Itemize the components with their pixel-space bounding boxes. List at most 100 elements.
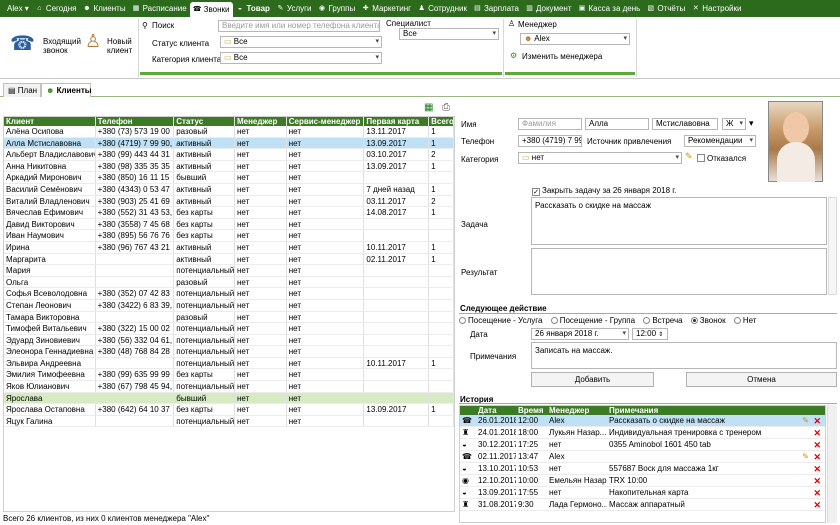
delete-icon[interactable]: ✕ xyxy=(811,475,821,487)
patronymic-input[interactable]: Мстиславовна xyxy=(652,118,718,130)
table-row[interactable]: Анна Никитовна +380 (98) 335 35 35 активны… xyxy=(4,160,454,173)
table-row[interactable]: Тамара Викторовна разовый нет нет xyxy=(4,311,454,324)
search-input[interactable]: Введите имя или номер телефона клиента xyxy=(218,20,380,32)
menu-schedule[interactable]: ▦ Расписание xyxy=(129,0,190,17)
add-button[interactable]: Добавить xyxy=(531,372,654,387)
tab-clients[interactable]: ☻ Клиенты xyxy=(41,83,92,97)
table-row[interactable]: Степан Леонович +380 (3422) 6 83 39, потен… xyxy=(4,299,454,312)
notes-textarea[interactable]: Записать на массаж. xyxy=(531,342,837,369)
history-row[interactable]: ◒ 13.09.2017 17:55 нет Накопительная карта ✕ xyxy=(460,487,825,499)
task-textarea[interactable]: Рассказать о скидке на массаж xyxy=(531,197,827,245)
table-row[interactable]: Виталий Владленович +380 (903) 25 41 69 ак… xyxy=(4,195,454,208)
history-row[interactable]: ☎ 02.11.2017 13:47 Alex ✎ ✕ xyxy=(460,451,825,463)
delete-icon[interactable]: ✕ xyxy=(811,451,821,463)
client-photo[interactable] xyxy=(768,101,823,182)
history-row[interactable]: ◉ 12.10.2017 10:00 Емельян Назар... TRX 10:0… xyxy=(460,475,825,487)
radio-none[interactable]: Нет xyxy=(733,316,756,325)
menu-employee[interactable]: ♟ Сотрудник xyxy=(414,0,470,17)
menu-cash[interactable]: ▣ Касса за день xyxy=(575,0,644,17)
radio-meeting[interactable]: Встреча xyxy=(643,316,683,325)
delete-icon[interactable]: ✕ xyxy=(811,427,821,439)
radio-call[interactable]: Звонок xyxy=(690,316,726,325)
menu-document[interactable]: ▥ Документ xyxy=(522,0,575,17)
menu-reports[interactable]: ▧ Отчёты xyxy=(643,0,688,17)
menu-today[interactable]: ⌂ Сегодня xyxy=(32,0,80,17)
table-row[interactable]: Алла Мстиславовна +380 (4719) 7 99 90, акт… xyxy=(4,137,454,150)
print-icon[interactable]: ⎙ xyxy=(442,102,450,113)
column-header-total[interactable]: Всего xyxy=(429,117,454,126)
history-header-date[interactable]: Дата xyxy=(476,406,516,415)
surname-input[interactable]: Фамилия xyxy=(518,118,582,130)
delete-icon[interactable]: ✕ xyxy=(811,487,821,499)
column-header-first-card[interactable]: Первая карта xyxy=(364,117,430,126)
column-header-client[interactable]: Клиент xyxy=(4,117,96,126)
delete-icon[interactable]: ✕ xyxy=(811,439,821,451)
table-row[interactable]: Эльвира Андреевна потенциальный нет нет 10.1… xyxy=(4,357,454,370)
table-row[interactable]: Давид Викторович +380 (3558) 7 45 68 без к… xyxy=(4,218,454,231)
history-row[interactable]: ◒ 13.10.2017 10:53 нет 557687 Воск для масса… xyxy=(460,463,825,475)
table-row[interactable]: Вячеслав Ефимович +380 (552) 31 43 53, без… xyxy=(4,207,454,219)
table-row[interactable]: Ярослава бывший нет нет xyxy=(4,392,454,405)
first-name-input[interactable]: Алла xyxy=(585,118,649,130)
table-row[interactable]: Эмилия Тимофеевна +380 (99) 635 99 99 без … xyxy=(4,369,454,382)
history-scrollbar[interactable] xyxy=(827,405,837,523)
tab-plan[interactable]: ▤ План xyxy=(3,83,41,97)
delete-icon[interactable]: ✕ xyxy=(811,415,821,427)
date-picker[interactable]: 26 января 2018 г. xyxy=(531,328,629,340)
table-row[interactable]: Яцук Галина потенциальный нет нет xyxy=(4,415,454,428)
category-filter-select[interactable]: ▭ Все xyxy=(220,52,382,64)
more-menu-icon[interactable]: ▾ xyxy=(749,118,754,129)
manager-select[interactable]: ☻ Alex xyxy=(520,33,630,45)
table-row[interactable]: Софья Всеволодовна +380 (352) 07 42 83 пот… xyxy=(4,288,454,300)
edit-pencil-icon[interactable]: ✎ xyxy=(800,451,809,463)
table-row[interactable]: Ярослава Остаповна +380 (642) 64 10 37 без… xyxy=(4,404,454,416)
phone-input[interactable]: +380 (4719) 7 99 90 xyxy=(518,135,582,147)
menu-clients[interactable]: ☻ Клиенты xyxy=(79,0,128,17)
table-row[interactable]: Элеонора Геннадиевна +380 (48) 768 84 28 п… xyxy=(4,346,454,358)
refused-checkbox[interactable]: Отказался xyxy=(697,154,746,163)
result-textarea[interactable] xyxy=(531,248,827,295)
menu-goods[interactable]: ◒ Товар xyxy=(233,0,273,17)
cancel-button[interactable]: Отмена xyxy=(686,372,837,387)
table-row[interactable]: Мария потенциальный нет нет xyxy=(4,265,454,277)
edit-pencil-icon[interactable]: ✎ xyxy=(800,415,809,427)
form-scrollbar[interactable] xyxy=(828,197,837,295)
table-row[interactable]: Иван Наумович +380 (895) 56 76 76 без карт… xyxy=(4,230,454,242)
close-task-checkbox[interactable]: ✓ Закрыть задачу за 26 января 2018 г. xyxy=(532,186,676,196)
delete-icon[interactable]: ✕ xyxy=(811,463,821,475)
menu-services[interactable]: ✎ Услуги xyxy=(273,0,315,17)
gender-select[interactable]: Ж xyxy=(722,118,746,130)
menu-calls[interactable]: ☎ Звонки xyxy=(189,2,233,17)
table-row[interactable]: Маргарита активный нет нет 02.11.2017 1 xyxy=(4,253,454,266)
table-row[interactable]: Ольга разовый нет нет xyxy=(4,276,454,289)
table-row[interactable]: Альберт Владиславович +380 (99) 443 44 31… xyxy=(4,149,454,161)
radio-service-visit[interactable]: Посещение - Услуга xyxy=(459,316,542,325)
history-row[interactable]: ☎ 26.01.2018 12:00 Alex Рассказать о скидке … xyxy=(460,415,825,427)
change-manager-button[interactable]: ⚙ Изменить менеджера xyxy=(510,51,630,63)
menu-groups[interactable]: ◉ Группы xyxy=(315,0,359,17)
menu-settings[interactable]: ✕ Настройки xyxy=(688,0,744,17)
user-menu[interactable]: Alex ▾ xyxy=(4,0,32,17)
category-select[interactable]: ▭ нет xyxy=(518,152,682,164)
column-header-phone[interactable]: Телефон xyxy=(96,117,175,126)
source-select[interactable]: Рекомендации xyxy=(684,135,756,147)
menu-marketing[interactable]: ✚ Маркетинг xyxy=(358,0,414,17)
menu-salary[interactable]: ▤ Зарплата xyxy=(470,0,522,17)
table-row[interactable]: Тимофей Витальевич +380 (322) 15 00 02 пот… xyxy=(4,323,454,335)
history-row[interactable]: ♜ 31.08.2017 9:30 Лада Гермоно... Массаж апп… xyxy=(460,499,825,511)
table-row[interactable]: Яков Юлианович +380 (67) 798 45 94, потенц… xyxy=(4,381,454,393)
table-row[interactable]: Эдуард Зиновиевич +380 (56) 332 04 61, пот… xyxy=(4,334,454,347)
table-row[interactable]: Алёна Осипова +380 (73) 573 19 00 разовый н… xyxy=(4,126,454,138)
excel-export-icon[interactable]: ▦ xyxy=(424,102,433,113)
table-row[interactable]: Аркадий Миронович +380 (850) 16 11 15 бывш… xyxy=(4,172,454,184)
column-header-status[interactable]: Статус xyxy=(174,117,235,126)
edit-pencil-icon[interactable]: ✎ xyxy=(685,151,693,162)
column-header-manager[interactable]: Менеджер xyxy=(235,117,287,126)
delete-icon[interactable]: ✕ xyxy=(811,499,821,511)
table-row[interactable]: Василий Семёнович +380 (4343) 0 53 47 акти… xyxy=(4,183,454,196)
column-header-service-manager[interactable]: Сервис-менеджер xyxy=(287,117,365,126)
incoming-call-button[interactable]: ☎ Входящий звонок xyxy=(10,31,81,61)
history-header-notes[interactable]: Примечания xyxy=(607,406,797,415)
new-client-button[interactable]: ♙ Новый клиент xyxy=(85,31,135,61)
status-filter-select[interactable]: ▭ Все xyxy=(220,36,382,48)
